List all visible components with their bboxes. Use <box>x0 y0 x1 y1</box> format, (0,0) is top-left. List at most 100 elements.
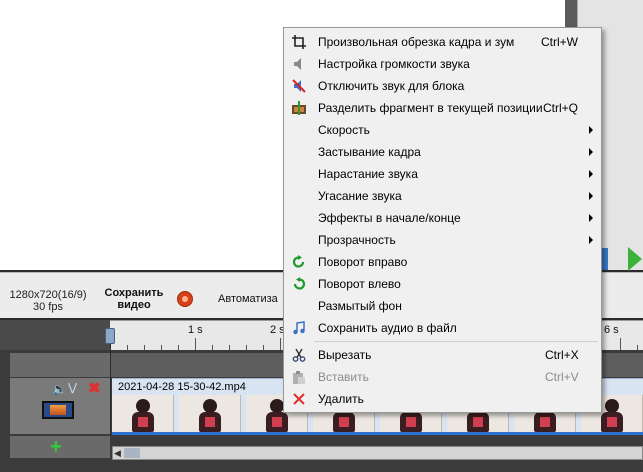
menu-item-shortcut: Ctrl+V <box>545 370 579 384</box>
horizontal-scrollbar[interactable] <box>112 446 643 460</box>
menu-item-volume[interactable]: Настройка громкости звука <box>285 53 601 75</box>
app-window: { "toolbar": { "resolution_line1": "1280… <box>0 0 643 472</box>
add-track-icon[interactable]: + <box>50 436 62 458</box>
split-icon <box>291 100 307 116</box>
menu-item-label: Поворот влево <box>318 277 401 291</box>
context-menu: Произвольная обрезка кадра и зум Ctrl+W … <box>283 27 602 413</box>
delete-icon <box>291 391 307 407</box>
menu-item-start-end-effects[interactable]: Эффекты в начале/конце <box>285 207 601 229</box>
menu-item-label: Настройка громкости звука <box>318 57 470 71</box>
thumbnail-figure <box>136 399 150 413</box>
menu-item-label: Разделить фрагмент в текущей позиции <box>318 101 543 115</box>
menu-item-fade-out-audio[interactable]: Угасание звука <box>285 185 601 207</box>
rotate-right-icon <box>291 254 307 270</box>
menu-item-shortcut: Ctrl+Q <box>543 101 579 115</box>
menu-separator <box>314 341 598 342</box>
thumbnail-figure-accent <box>205 417 215 427</box>
volume-icon <box>291 56 307 72</box>
thumbnail-figure-accent <box>406 417 416 427</box>
resolution-value: 1280x720(16/9) <box>9 289 87 301</box>
menu-item-label: Отключить звук для блока <box>318 79 465 93</box>
menu-item-label: Сохранить аудио в файл <box>318 321 457 335</box>
thumbnail-figure-accent <box>138 417 148 427</box>
menu-item-label: Нарастание звука <box>318 167 418 181</box>
menu-item-freeze-frame[interactable]: Застывание кадра <box>285 141 601 163</box>
close-icon[interactable]: ✖ <box>88 379 101 397</box>
clip-thumbnail <box>179 395 241 433</box>
paste-icon <box>291 369 307 385</box>
ruler-tick <box>280 338 281 350</box>
mute-icon <box>291 78 307 94</box>
menu-item-split[interactable]: Разделить фрагмент в текущей позиции Ctr… <box>285 97 601 119</box>
menu-item-label: Застывание кадра <box>318 145 421 159</box>
submenu-arrow-icon <box>589 192 593 200</box>
speaker-icon[interactable]: 🔈 <box>52 382 67 396</box>
submenu-arrow-icon <box>589 148 593 156</box>
menu-item-shortcut: Ctrl+X <box>545 348 579 362</box>
clip-audio-line <box>112 432 643 435</box>
menu-item-label: Угасание звука <box>318 189 402 203</box>
fps-value: 30 fps <box>33 301 63 313</box>
thumbnail-figure <box>270 399 284 413</box>
menu-item-blur-background[interactable]: Размытый фон <box>285 295 601 317</box>
record-dot <box>182 296 188 302</box>
menu-item-label: Вырезать <box>318 348 372 362</box>
save-video-label-2: видео <box>117 299 151 311</box>
save-video-button[interactable]: Сохранить видео <box>98 287 170 311</box>
play-icon[interactable] <box>628 247 642 271</box>
menu-item-label: Произвольная обрезка кадра и зум <box>318 35 515 49</box>
thumbnail-figure-accent <box>339 417 349 427</box>
menu-item-label: Эффекты в начале/конце <box>318 211 461 225</box>
submenu-arrow-icon <box>589 214 593 222</box>
menu-item-label: Размытый фон <box>318 299 402 313</box>
ruler-tick <box>195 338 196 350</box>
scrollbar-thumb[interactable] <box>124 448 140 458</box>
menu-item-delete[interactable]: Удалить <box>285 388 601 410</box>
menu-item-shortcut: Ctrl+W <box>541 35 578 49</box>
thumbnail-figure-accent <box>607 417 617 427</box>
menu-item-crop-zoom[interactable]: Произвольная обрезка кадра и зум Ctrl+W <box>285 31 601 53</box>
thumbnail-figure <box>605 399 619 413</box>
save-audio-icon <box>291 320 307 336</box>
scissors-icon <box>291 347 307 363</box>
submenu-arrow-icon <box>589 236 593 244</box>
automation-button[interactable]: Автоматиза <box>218 293 278 305</box>
clip-name: 2021-04-28 15-30-42.mp4 <box>118 381 246 393</box>
track-header-empty <box>10 353 110 377</box>
menu-item-rotate-left[interactable]: Поворот влево <box>285 273 601 295</box>
menu-item-cut[interactable]: Вырезать Ctrl+X <box>285 344 601 366</box>
menu-item-label: Прозрачность <box>318 233 396 247</box>
menu-item-label: Удалить <box>318 392 364 406</box>
thumbnail-figure-accent <box>540 417 550 427</box>
menu-item-save-audio[interactable]: Сохранить аудио в файл <box>285 317 601 339</box>
ruler-label-6s: 6 s <box>604 324 619 336</box>
menu-item-paste[interactable]: Вставить Ctrl+V <box>285 366 601 388</box>
thumbnail-figure-accent <box>473 417 483 427</box>
rotate-left-icon <box>291 276 307 292</box>
ruler-label-1s: 1 s <box>188 324 203 336</box>
collapse-icon[interactable]: ⋁ <box>68 381 77 394</box>
menu-item-label: Скорость <box>318 123 370 137</box>
film-icon <box>42 401 74 419</box>
record-icon[interactable] <box>177 291 193 307</box>
playhead-line <box>110 344 111 436</box>
thumbnail-figure-accent <box>272 417 282 427</box>
clip-thumbnail <box>112 395 174 433</box>
thumbnail-figure <box>203 399 217 413</box>
scroll-left-icon[interactable]: ◀ <box>114 448 121 459</box>
submenu-arrow-icon <box>589 170 593 178</box>
resolution-info[interactable]: 1280x720(16/9) 30 fps <box>8 289 88 313</box>
submenu-arrow-icon <box>589 126 593 134</box>
playhead-handle[interactable] <box>105 328 115 344</box>
menu-item-rotate-right[interactable]: Поворот вправо <box>285 251 601 273</box>
save-video-label-1: Сохранить <box>104 287 164 299</box>
menu-item-speed[interactable]: Скорость <box>285 119 601 141</box>
ruler-tick <box>620 338 621 350</box>
menu-item-mute-block[interactable]: Отключить звук для блока <box>285 75 601 97</box>
menu-item-fade-in-audio[interactable]: Нарастание звука <box>285 163 601 185</box>
menu-item-label: Поворот вправо <box>318 255 408 269</box>
menu-item-label: Вставить <box>318 370 369 384</box>
crop-icon <box>291 34 307 50</box>
ruler-header <box>0 320 110 350</box>
menu-item-transparency[interactable]: Прозрачность <box>285 229 601 251</box>
